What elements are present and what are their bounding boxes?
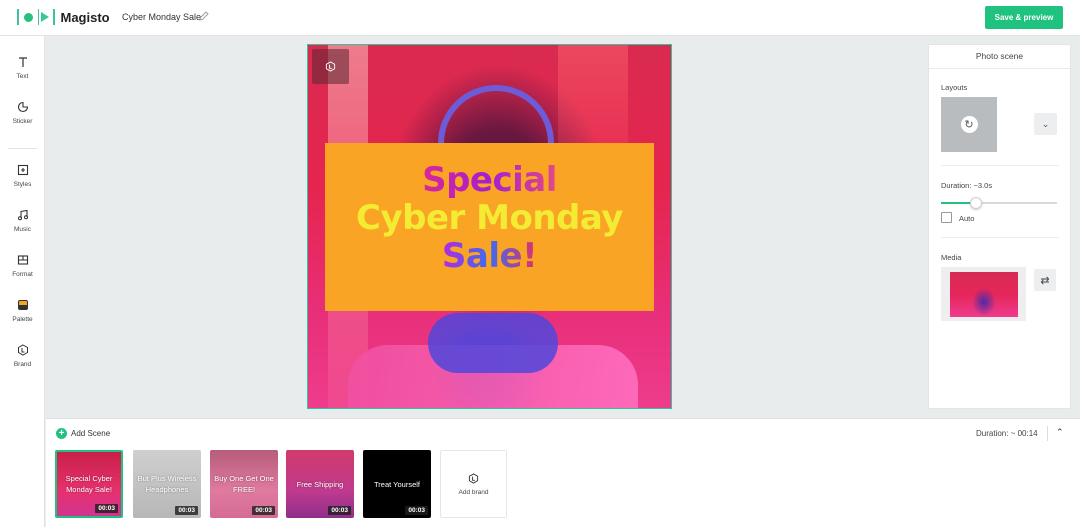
scene-thumbnail[interactable]: Special Cyber Monday Sale! 00:03 <box>55 450 123 518</box>
project-title[interactable]: Cyber Monday Sale <box>122 12 201 22</box>
scene-duration: 00:03 <box>328 506 351 515</box>
auto-label: Auto <box>959 214 975 223</box>
sidebar-item-label: Format <box>12 271 33 278</box>
duration-label: Duration: ~3.0s <box>941 181 993 190</box>
headline-line-2[interactable]: Cyber Monday <box>356 198 623 238</box>
panel-divider <box>941 165 1059 166</box>
refresh-icon[interactable]: ↻ <box>960 116 978 133</box>
refresh-icon: ⇄ <box>1040 274 1050 287</box>
text-icon <box>0 54 45 70</box>
layout-thumbnail[interactable]: ↻ <box>941 97 997 152</box>
layout-dropdown-button[interactable]: ⌄ <box>1034 113 1057 135</box>
palette-icon <box>0 297 45 313</box>
text-card[interactable]: Special Cyber Monday Sale! <box>325 143 654 311</box>
logo-bar-icon <box>17 9 19 25</box>
sidebar-item-format[interactable]: Format <box>0 252 45 278</box>
media-thumbnail[interactable] <box>941 267 1026 321</box>
logo-bar-icon <box>37 9 39 25</box>
sidebar-item-label: Sticker <box>12 118 33 125</box>
duration-slider[interactable] <box>941 197 1057 209</box>
scene-duration: 00:03 <box>175 506 198 515</box>
add-brand-label: Add brand <box>458 489 489 496</box>
logo-bar-icon <box>53 9 55 25</box>
brand-icon <box>0 342 45 358</box>
pencil-icon[interactable] <box>198 10 210 22</box>
scene-thumbnail[interactable]: But Plus Wireless Headphones 00:03 <box>133 450 201 518</box>
sidebar-item-label: Palette <box>12 316 33 323</box>
sidebar-item-label: Text <box>16 73 29 80</box>
logo-play-icon <box>41 12 49 22</box>
scene-thumbnail[interactable]: Buy One Get One FREE! 00:03 <box>210 450 278 518</box>
add-scene-button[interactable]: + Add Scene <box>56 428 110 439</box>
sidebar-divider <box>8 148 37 149</box>
save-preview-button[interactable]: Save & preview <box>985 6 1063 29</box>
duration-slider-handle[interactable] <box>969 197 982 209</box>
panel-divider <box>941 237 1059 238</box>
sidebar-item-label: Brand <box>13 361 32 368</box>
plus-icon: + <box>56 428 67 439</box>
sidebar-item-brand[interactable]: Brand <box>0 342 45 368</box>
panel-title: Photo scene <box>929 45 1070 69</box>
scene-duration: 00:03 <box>405 506 428 515</box>
scene-thumbnail[interactable]: Treat Yourself 00:03 <box>363 450 431 518</box>
headline-line-3[interactable]: Sale! <box>442 236 538 276</box>
top-bar: Magisto Cyber Monday Sale Save & preview <box>0 0 1080 36</box>
tools-sidebar: Text Sticker Styles Music Format Palette <box>0 36 45 527</box>
total-duration: Duration: ~ 00:14 <box>976 429 1038 438</box>
brand-icon <box>441 473 506 484</box>
brand-icon <box>325 61 336 72</box>
styles-icon <box>0 162 45 178</box>
magisto-logo[interactable]: Magisto <box>17 9 110 25</box>
scene-duration: 00:03 <box>95 504 118 513</box>
layouts-label: Layouts <box>941 83 968 92</box>
music-icon <box>0 207 45 223</box>
sidebar-item-styles[interactable]: Styles <box>0 162 45 188</box>
auto-checkbox[interactable] <box>941 212 952 223</box>
chevron-up-icon[interactable]: ⌃ <box>1056 427 1064 438</box>
headline-line-1[interactable]: Special <box>422 160 557 200</box>
media-image <box>950 272 1018 317</box>
brand-badge[interactable] <box>312 49 349 84</box>
photo-hands <box>428 313 558 373</box>
add-scene-label: Add Scene <box>71 429 111 438</box>
scene-timeline: + Add Scene Duration: ~ 00:14 ⌃ Special … <box>46 418 1080 527</box>
sidebar-item-label: Music <box>14 226 31 233</box>
sidebar-item-music[interactable]: Music <box>0 207 45 233</box>
scene-thumbnail[interactable]: Free Shipping 00:03 <box>286 450 354 518</box>
sidebar-item-palette[interactable]: Palette <box>0 297 45 323</box>
properties-panel: Photo scene Layouts ↻ ⌄ Duration: ~3.0s … <box>928 44 1071 409</box>
scene-canvas[interactable]: Special Cyber Monday Sale! <box>307 44 672 409</box>
chevron-down-icon: ⌄ <box>1041 118 1050 129</box>
logo-dot-icon <box>23 12 33 22</box>
scene-duration: 00:03 <box>252 506 275 515</box>
divider <box>1047 426 1048 441</box>
add-brand-button[interactable]: Add brand <box>440 450 507 518</box>
sidebar-item-text[interactable]: Text <box>0 54 45 80</box>
sidebar-item-sticker[interactable]: Sticker <box>0 99 45 125</box>
format-icon <box>0 252 45 268</box>
brand-name: Magisto <box>60 9 110 25</box>
sidebar-item-label: Styles <box>13 181 32 188</box>
media-label: Media <box>941 253 962 262</box>
sticker-icon <box>0 99 45 115</box>
replace-media-button[interactable]: ⇄ <box>1034 269 1056 291</box>
